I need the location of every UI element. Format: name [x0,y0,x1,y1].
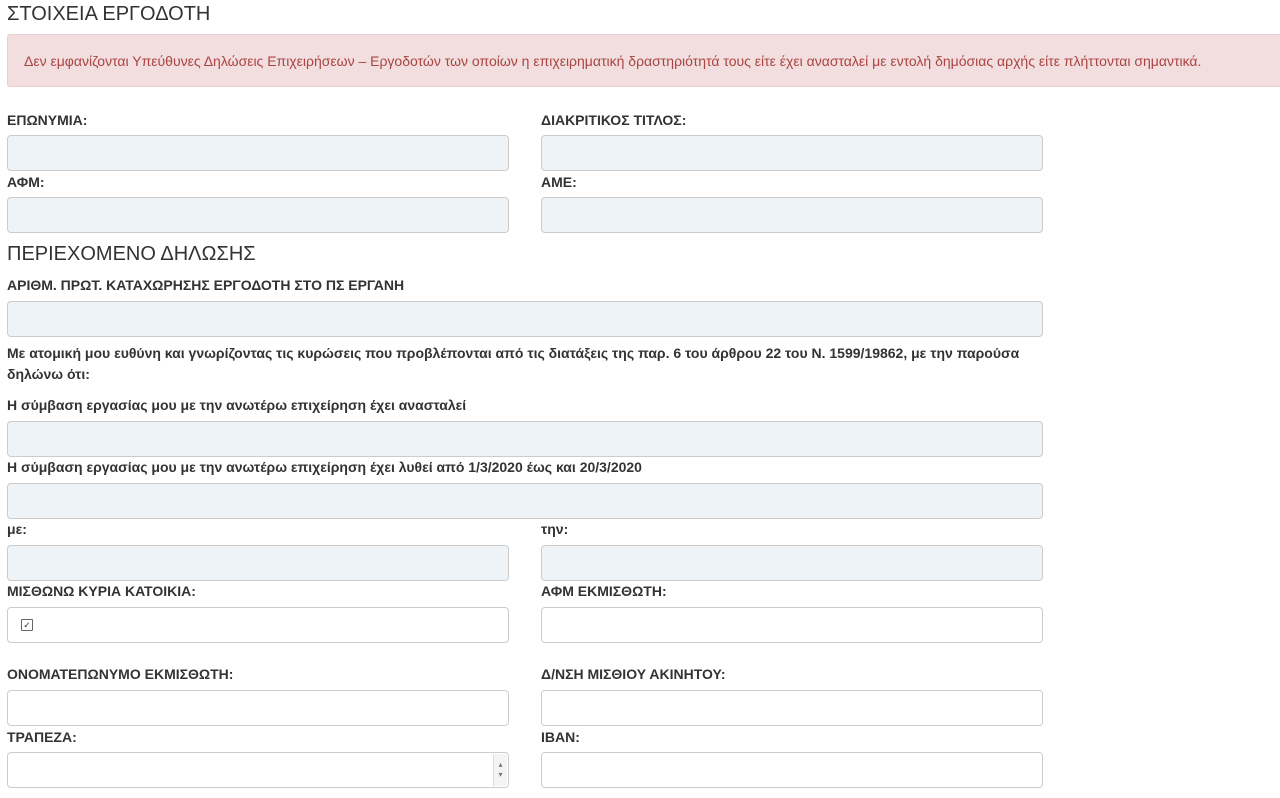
contract-terminated-field[interactable] [7,483,1043,519]
the-label: την: [541,521,569,537]
afm-field[interactable] [7,197,509,233]
the-field[interactable] [541,545,1043,581]
employer-name-label: ΕΠΩΝΥΜΙΑ: [7,112,88,128]
warning-alert: Δεν εμφανίζονται Υπεύθυνες Δηλώσεις Επιχ… [7,34,1280,87]
trade-name-field[interactable] [541,135,1043,171]
property-address-label: Δ/ΝΣΗ ΜΙΣΘΙΟΥ ΑΚΙΝΗΤΟΥ: [541,666,726,682]
iban-input[interactable] [541,752,1043,788]
bank-label: ΤΡΑΠΕΖΑ: [7,729,77,745]
landlord-name-label: ΟΝΟΜΑΤΕΠΩΝΥΜΟ ΕΚΜΙΣΘΩΤΗ: [7,666,234,682]
landlord-afm-input[interactable] [541,607,1043,643]
landlord-afm-label: ΑΦΜ ΕΚΜΙΣΘΩΤΗ: [541,583,667,599]
iban-label: IBAN: [541,729,580,745]
employer-name-field[interactable] [7,135,509,171]
checkbox-checked-icon[interactable]: ✓ [21,619,33,631]
rent-main-residence-field: ✓ [7,607,509,643]
ame-field[interactable] [541,197,1043,233]
protocol-number-field[interactable] [7,301,1043,337]
declaration-section-title: ΠΕΡΙΕΧΟΜΕΝΟ ΔΗΛΩΣΗΣ [7,243,256,265]
contract-terminated-label: Η σύμβαση εργασίας μου με την ανωτέρω επ… [7,459,642,475]
with-label: με: [7,521,27,537]
contract-suspended-field[interactable] [7,421,1043,457]
bank-select[interactable]: ▴ ▾ [7,752,509,788]
employer-section-title: ΣΤΟΙΧΕΙΑ ΕΡΓΟΔΟΤΗ [7,3,211,25]
trade-name-label: ΔΙΑΚΡΙΤΙΚΟΣ ΤΙΤΛΟΣ: [541,112,687,128]
protocol-number-label: ΑΡΙΘΜ. ΠΡΩΤ. ΚΑΤΑΧΩΡΗΣΗΣ ΕΡΓΟΔΟΤΗ ΣΤΟ ΠΣ… [7,277,405,293]
contract-suspended-label: Η σύμβαση εργασίας μου με την ανωτέρω επ… [7,397,467,413]
chevron-up-down-icon[interactable]: ▴ ▾ [493,754,507,786]
rent-main-residence-label: ΜΙΣΘΩΝΩ ΚΥΡΙΑ ΚΑΤΟΙΚΙΑ: [7,583,196,599]
property-address-input[interactable] [541,690,1043,726]
declaration-statement: Με ατομική μου ευθύνη και γνωρίζοντας τι… [7,345,1020,382]
afm-label: ΑΦΜ: [7,174,45,190]
ame-label: ΑΜΕ: [541,174,577,190]
landlord-name-input[interactable] [7,690,509,726]
with-field[interactable] [7,545,509,581]
